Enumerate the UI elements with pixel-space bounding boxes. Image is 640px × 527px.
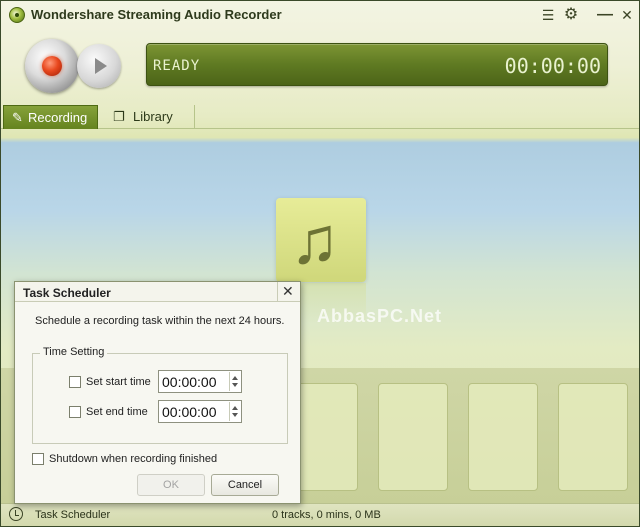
app-logo-icon [9,7,25,23]
music-placeholder: ♫ [276,198,366,282]
watermark: AbbasPC.Net [317,306,443,326]
tab-recording-label: Recording [28,110,88,125]
arrow-up-icon[interactable] [232,376,238,380]
status-display: READY 00:00:00 [146,43,608,86]
pencil-icon: ✎ [12,110,23,125]
end-time-label: Set end time [86,406,148,418]
arrow-down-icon[interactable] [232,383,238,387]
list-icon[interactable]: ☰ [540,7,556,23]
app-title: Wondershare Streaming Audio Recorder [31,7,282,22]
shutdown-label: Shutdown when recording finished [49,453,218,465]
divider [277,282,278,302]
library-stats: 0 tracks, 0 mins, 0 MB [272,509,381,521]
end-time-value: 00:00:00 [162,404,217,420]
task-scheduler-dialog: Task Scheduler ✕ Schedule a recording ta… [14,281,301,504]
title-bar: Wondershare Streaming Audio Recorder ☰ ⚙… [1,1,639,29]
ok-button[interactable]: OK [137,474,205,496]
arrow-down-icon[interactable] [232,413,238,417]
end-time-input[interactable]: 00:00:00 [158,400,242,423]
end-time-checkbox[interactable] [69,406,81,418]
time-setting-group: Time Setting Set start time 00:00:00 Set… [32,346,288,444]
start-time-value: 00:00:00 [162,374,217,390]
library-icon: ❐ [113,109,125,124]
gear-icon[interactable]: ⚙ [563,7,579,23]
tab-library[interactable]: ❐ Library [103,105,195,129]
dialog-title: Task Scheduler [23,286,111,300]
tab-bar: ✎ Recording ❐ Library [1,105,639,129]
timer-text: 00:00:00 [504,54,601,78]
start-time-checkbox[interactable] [69,376,81,388]
start-time-input[interactable]: 00:00:00 [158,370,242,393]
dialog-titlebar: Task Scheduler ✕ [15,282,300,302]
status-text: READY [153,58,201,74]
track-slot[interactable] [558,383,628,491]
tab-library-label: Library [133,109,173,124]
app-window: Wondershare Streaming Audio Recorder ☰ ⚙… [0,0,640,527]
close-icon[interactable]: ✕ [282,283,294,300]
cancel-button[interactable]: Cancel [211,474,279,496]
task-scheduler-link[interactable]: Task Scheduler [35,509,110,521]
dialog-description: Schedule a recording task within the nex… [35,315,285,327]
status-bar: Task Scheduler 0 tracks, 0 mins, 0 MB [1,503,639,526]
track-slot[interactable] [468,383,538,491]
shutdown-checkbox[interactable] [32,453,44,465]
clock-icon[interactable] [9,507,23,521]
end-time-stepper[interactable] [229,402,240,421]
record-button[interactable] [25,39,79,93]
track-slot[interactable] [378,383,448,491]
start-time-label: Set start time [86,376,151,388]
tab-recording[interactable]: ✎ Recording [3,105,98,129]
play-button[interactable] [77,44,121,88]
play-icon [95,58,107,74]
record-icon [42,56,62,76]
start-time-stepper[interactable] [229,372,240,391]
music-note-icon: ♫ [290,203,340,277]
minimize-icon[interactable]: — [597,7,613,23]
close-icon[interactable]: ✕ [619,7,635,23]
time-setting-legend: Time Setting [40,346,108,358]
arrow-up-icon[interactable] [232,406,238,410]
